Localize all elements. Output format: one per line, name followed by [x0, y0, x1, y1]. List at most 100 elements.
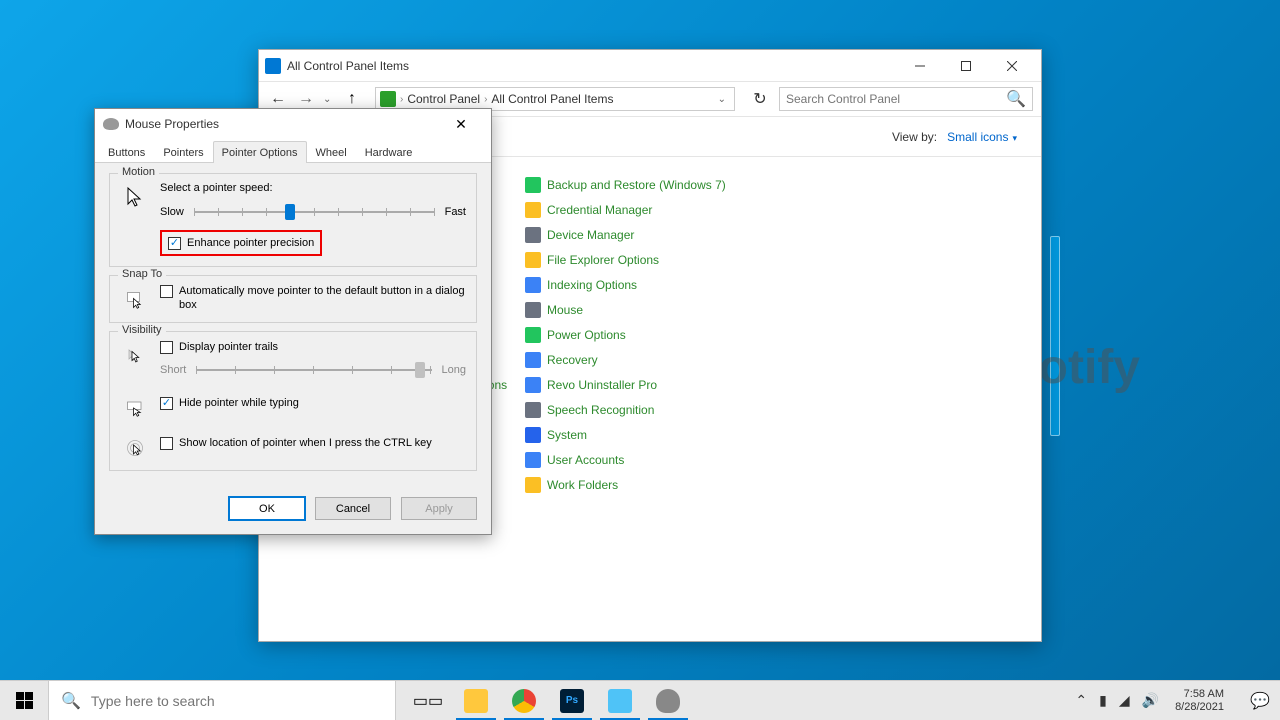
breadcrumb-control-panel[interactable]: Control Panel: [407, 92, 480, 106]
start-button[interactable]: [0, 681, 48, 720]
item-label: Speech Recognition: [547, 403, 654, 417]
control-panel-item[interactable]: Credential Manager: [525, 202, 765, 218]
wifi-icon[interactable]: ◢: [1119, 692, 1130, 709]
slow-label: Slow: [160, 206, 184, 218]
dialog-title: Mouse Properties: [125, 117, 439, 131]
control-panel-item[interactable]: Mouse: [525, 302, 765, 318]
control-panel-item[interactable]: File Explorer Options: [525, 252, 765, 268]
item-label: Work Folders: [547, 478, 618, 492]
control-panel-item[interactable]: Backup and Restore (Windows 7): [525, 177, 765, 193]
ok-button[interactable]: OK: [229, 497, 305, 520]
hide-typing-label: Hide pointer while typing: [179, 396, 299, 410]
app-taskbar[interactable]: [596, 681, 644, 720]
hide-typing-checkbox[interactable]: [160, 397, 173, 410]
volume-icon[interactable]: 🔊: [1142, 692, 1159, 709]
system-tray: ⌃ ▮ ◢ 🔊 7:58 AM 8/28/2021: [1063, 681, 1240, 720]
tab-pointers[interactable]: Pointers: [154, 141, 212, 162]
titlebar[interactable]: All Control Panel Items: [259, 50, 1041, 81]
clock[interactable]: 7:58 AM 8/28/2021: [1171, 688, 1228, 714]
mouse-icon: [103, 118, 119, 130]
file-explorer-taskbar[interactable]: [452, 681, 500, 720]
battery-icon[interactable]: ▮: [1099, 692, 1107, 709]
pointer-speed-label: Select a pointer speed:: [160, 182, 466, 194]
control-panel-item[interactable]: Work Folders: [525, 477, 765, 493]
back-button[interactable]: ←: [267, 88, 289, 110]
breadcrumb-all-items[interactable]: All Control Panel Items: [491, 92, 613, 106]
mouse-icon: [656, 689, 680, 713]
up-button[interactable]: ↑: [341, 88, 363, 110]
control-panel-item[interactable]: Recovery: [525, 352, 765, 368]
notifications-button[interactable]: 💬: [1240, 681, 1280, 720]
task-view-button[interactable]: ▭▭: [404, 681, 452, 720]
ctrl-locate-icon: [126, 436, 144, 460]
maximize-button[interactable]: [943, 51, 989, 81]
visibility-group: Visibility Display pointer trails Short: [109, 331, 477, 471]
tab-body: Motion Select a pointer speed: Slow Fast: [95, 163, 491, 489]
snap-to-checkbox[interactable]: [160, 285, 173, 298]
control-panel-item[interactable]: Revo Uninstaller Pro: [525, 377, 765, 393]
tab-hardware[interactable]: Hardware: [356, 141, 422, 162]
address-dropdown-icon[interactable]: ⌄: [718, 94, 726, 105]
notification-icon: 💬: [1250, 691, 1270, 711]
control-panel-item[interactable]: Speech Recognition: [525, 402, 765, 418]
history-dropdown[interactable]: ⌄: [323, 94, 335, 105]
control-panel-item[interactable]: Device Manager: [525, 227, 765, 243]
taskbar: 🔍 ▭▭ Ps ⌃ ▮ ◢ 🔊 7:58 AM 8/28/2021 💬: [0, 680, 1280, 720]
view-by-dropdown[interactable]: Small icons▾: [947, 130, 1017, 144]
view-by-label: View by:: [892, 130, 937, 144]
cancel-button[interactable]: Cancel: [315, 497, 391, 520]
chevron-right-icon: ›: [484, 94, 487, 105]
item-label: Backup and Restore (Windows 7): [547, 178, 726, 192]
control-panel-icon: [265, 58, 281, 74]
dialog-titlebar[interactable]: Mouse Properties ✕: [95, 109, 491, 139]
fast-label: Fast: [445, 206, 466, 218]
item-label: Power Options: [547, 328, 626, 342]
refresh-button[interactable]: ↻: [747, 87, 773, 111]
item-icon: [525, 277, 541, 293]
apply-button[interactable]: Apply: [401, 497, 477, 520]
search-box[interactable]: 🔍: [779, 87, 1033, 111]
item-icon: [525, 327, 541, 343]
trails-checkbox[interactable]: [160, 341, 173, 354]
item-icon: [525, 427, 541, 443]
control-panel-item[interactable]: User Accounts: [525, 452, 765, 468]
pointer-speed-slider[interactable]: [194, 202, 435, 222]
trails-slider: [196, 360, 431, 380]
short-label: Short: [160, 364, 186, 376]
control-panel-item[interactable]: Indexing Options: [525, 277, 765, 293]
chevron-down-icon: ▾: [1012, 133, 1017, 143]
item-label: User Accounts: [547, 453, 624, 467]
tab-pointer-options[interactable]: Pointer Options: [213, 141, 307, 163]
forward-button[interactable]: →: [295, 88, 317, 110]
taskbar-search-input[interactable]: [91, 693, 383, 709]
item-icon: [525, 402, 541, 418]
taskbar-search[interactable]: 🔍: [48, 681, 396, 720]
control-panel-item[interactable]: Power Options: [525, 327, 765, 343]
item-label: Recovery: [547, 353, 598, 367]
ctrl-locate-checkbox[interactable]: [160, 437, 173, 450]
search-input[interactable]: [786, 92, 1000, 106]
chrome-taskbar[interactable]: [500, 681, 548, 720]
close-button[interactable]: [989, 51, 1035, 81]
tab-wheel[interactable]: Wheel: [307, 141, 356, 162]
snap-to-label: Automatically move pointer to the defaul…: [179, 284, 466, 312]
photoshop-taskbar[interactable]: Ps: [548, 681, 596, 720]
tab-buttons[interactable]: Buttons: [99, 141, 154, 162]
tabs: ButtonsPointersPointer OptionsWheelHardw…: [95, 139, 491, 163]
items-column-2: Backup and Restore (Windows 7) Credential…: [525, 177, 765, 493]
control-panel-item[interactable]: System: [525, 427, 765, 443]
search-icon[interactable]: 🔍: [1006, 89, 1026, 109]
item-icon: [525, 302, 541, 318]
date: 8/28/2021: [1175, 701, 1224, 714]
trails-label: Display pointer trails: [179, 340, 278, 354]
enhance-precision-checkbox[interactable]: [168, 237, 181, 250]
minimize-button[interactable]: [897, 51, 943, 81]
motion-group: Motion Select a pointer speed: Slow Fast: [109, 173, 477, 267]
item-icon: [525, 377, 541, 393]
close-button[interactable]: ✕: [439, 110, 483, 138]
tray-chevron-icon[interactable]: ⌃: [1075, 692, 1087, 709]
item-icon: [525, 252, 541, 268]
highlight-box: Enhance pointer precision: [160, 230, 322, 256]
group-title: Snap To: [118, 268, 166, 280]
mouse-taskbar[interactable]: [644, 681, 692, 720]
